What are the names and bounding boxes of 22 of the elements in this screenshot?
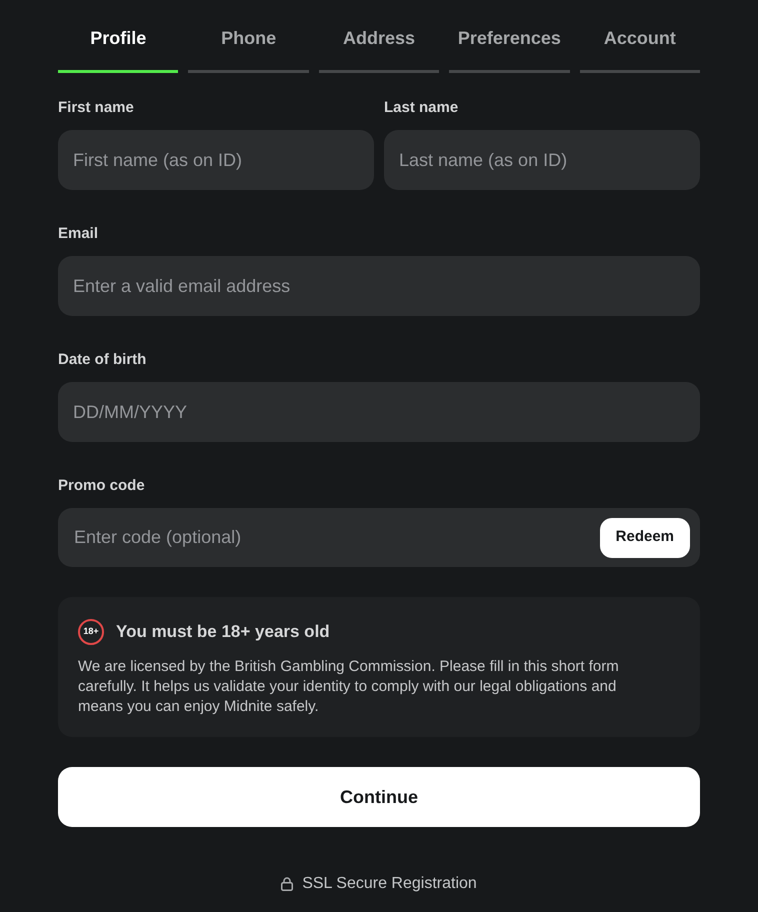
age-badge: 18+	[78, 619, 104, 645]
tab[interactable]: Preferences	[449, 20, 570, 73]
tab[interactable]: Account	[580, 20, 700, 73]
field-label: Promo code	[58, 477, 146, 495]
tab[interactable]: Phone	[188, 20, 309, 73]
redeem-button[interactable]: Redeem	[600, 518, 690, 558]
field-label: First name	[58, 99, 135, 117]
tab[interactable]: Address	[318, 20, 440, 73]
tab[interactable]: Profile	[58, 20, 178, 73]
input-field[interactable]: DD/MM/YYYY	[58, 382, 700, 442]
input-field[interactable]: Enter a valid email address	[58, 256, 700, 316]
input-field[interactable]: Last name (as on ID)	[384, 130, 700, 190]
ssl-secure-text: SSL Secure Registration	[302, 874, 477, 894]
field-label: Email	[58, 225, 100, 243]
field-label: Last name	[384, 99, 460, 117]
promo-code-field[interactable]: Enter code (optional) Redeem	[58, 508, 700, 567]
field-label: Date of birth	[58, 351, 148, 369]
notice-text: We are licensed by the British Gambling Commission. Please fill in this short form carefully. It helps us validate your identity to comply with our legal obligations and means you can enjoy Midnite safely.	[78, 657, 620, 717]
lock-icon	[281, 877, 294, 891]
notice-title: You must be 18+ years old	[116, 621, 330, 644]
input-field[interactable]: First name (as on ID)	[58, 130, 374, 190]
continue-button[interactable]: Continue	[58, 767, 700, 827]
